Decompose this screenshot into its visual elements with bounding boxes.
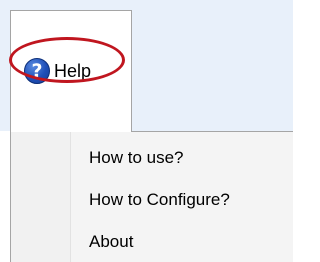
help-dropdown-menu: How to use? How to Configure? About [10,131,293,262]
help-menu-label: Help [54,61,92,81]
menu-item-how-to-use[interactable]: How to use? [89,143,184,173]
menu-item-how-to-configure[interactable]: How to Configure? [89,185,230,215]
menu-item-about[interactable]: About [89,227,133,257]
screenshot-canvas: ? Help How to use? How to Configure? Abo… [0,0,293,262]
menu-icon-gutter [11,132,71,262]
help-menu[interactable]: ? Help [10,10,132,132]
help-question-icon: ? [24,58,50,84]
